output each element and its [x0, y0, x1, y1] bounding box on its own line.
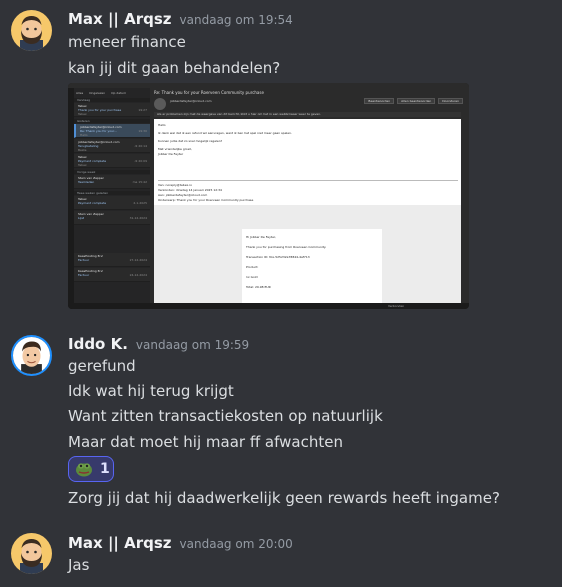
avatar-iddo[interactable] [11, 335, 52, 376]
message-text: kan jij dit gaan behandelen? [68, 59, 281, 77]
list-item: KaasHosting B.V. Factuur 24-12-2024 [74, 268, 150, 282]
avatar-max[interactable] [11, 10, 52, 51]
list-item: jobberdefeyter@icloud.com Terugbetaling … [74, 139, 150, 153]
message-timestamp: vandaag om 19:54 [179, 13, 293, 27]
reaction-count: 1 [100, 461, 110, 477]
list-item: Tebex Payment complete 2-1-2025 [74, 196, 150, 210]
message-timestamp: vandaag om 20:00 [179, 537, 293, 551]
list-section-header: Gisteren [74, 119, 150, 123]
purchase-receipt-card: Hi Jobber De Feyter, Thank you for purch… [242, 229, 382, 303]
author-name[interactable]: Max || Arqsz [68, 10, 172, 28]
cartoon-bearded-man-icon [11, 533, 52, 574]
author-name[interactable]: Max || Arqsz [68, 534, 172, 552]
quote-divider [158, 180, 458, 181]
list-item: Stein van Zapper Lijst 31-12-2024 [74, 211, 150, 225]
cartoon-man-icon [13, 337, 50, 374]
message-text: Want zitten transactiekosten op natuurli… [68, 407, 383, 425]
outlook-statusbar: Verbonden [68, 303, 469, 309]
list-item: Stein van Zapper Teamleden ma 15:42 [74, 175, 150, 189]
reply-button: Beantwoorden [364, 98, 395, 104]
email-warning-bar: Als er problemen zijn met de weergave va… [154, 112, 461, 117]
reply-all-button: Allen beantwoorden [397, 98, 436, 104]
email-from: jobberdefeyter@icloud.com [170, 99, 212, 103]
message-text: gerefund [68, 357, 136, 375]
sender-avatar [154, 98, 166, 110]
list-item-selected: jobberdefeyter@icloud.com Re: Thank you … [74, 124, 150, 138]
message-text: Jas [68, 556, 90, 574]
message-timestamp: vandaag om 19:59 [135, 338, 250, 352]
reaction-button[interactable]: 1 [68, 456, 114, 482]
message-text: meneer finance [68, 33, 186, 51]
list-section-header: Vorige week [74, 170, 150, 174]
message-text: Idk wat hij terug krijgt [68, 382, 234, 400]
message-text: Maar dat moet hij maar ff afwachten [68, 433, 343, 451]
avatar-max[interactable] [11, 533, 52, 574]
tab-op-datum: Op datum [111, 91, 127, 95]
tab-ongelezen: Ongelezen [89, 91, 106, 95]
author-name[interactable]: Iddo K. [68, 335, 128, 353]
outlook-list-tabs: Alles Ongelezen Op datum [76, 91, 126, 95]
email-action-buttons: Beantwoorden Allen beantwoorden Doorstur… [364, 98, 463, 104]
list-section-header: Twee weken geleden [74, 191, 150, 195]
forward-button: Doorsturen [438, 98, 463, 104]
outlook-reading-pane: Re: Thank you for your Roerveen Communit… [150, 88, 469, 303]
tab-alles: Alles [76, 91, 84, 95]
email-subject: Re: Thank you for your Roerveen Communit… [154, 90, 264, 95]
outlook-message-list: Alles Ongelezen Op datum Vandaag Tebex T… [74, 88, 150, 303]
image-attachment[interactable]: Alles Ongelezen Op datum Vandaag Tebex T… [68, 83, 469, 309]
email-body: Hallo Ik denk wel dat ik een refund wil … [154, 119, 461, 303]
list-item: KaasHosting B.V. Factuur 27-12-2024 [74, 253, 150, 267]
message-text: Zorg jij dat hij daadwerkelijk geen rewa… [68, 489, 500, 507]
list-item: Tebex Thank you for your purchase Tebex … [74, 103, 150, 117]
pepe-frog-emoji-icon [76, 463, 92, 477]
list-item: Tebex Payment complete Tebex di 20:09 [74, 154, 150, 168]
list-section-header: Vandaag [74, 98, 150, 102]
cartoon-bearded-man-icon [11, 10, 52, 51]
